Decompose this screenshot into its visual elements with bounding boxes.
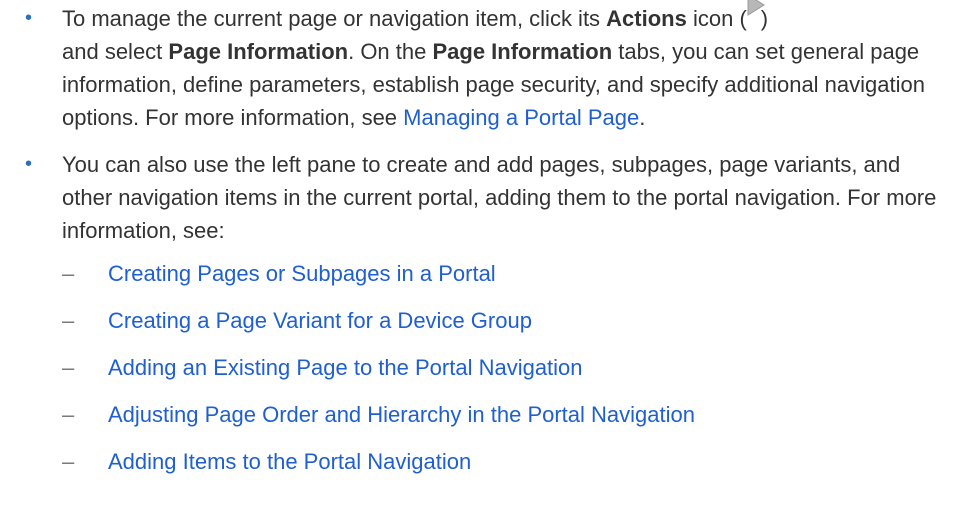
bullet-list: • To manage the current page or navigati… bbox=[0, 0, 965, 478]
dash-marker: – bbox=[62, 261, 75, 286]
actions-menu-icon bbox=[747, 0, 765, 28]
bullet-text: To manage the current page or navigation… bbox=[62, 6, 607, 31]
bullet-marker: • bbox=[25, 7, 33, 29]
list-item: – Adjusting Page Order and Hierarchy in … bbox=[62, 398, 941, 431]
page-order-link[interactable]: Adjusting Page Order and Hierarchy in th… bbox=[108, 402, 695, 427]
list-item: – Adding Items to the Portal Navigation bbox=[62, 445, 941, 478]
dash-marker: – bbox=[62, 449, 75, 474]
bullet-text: . bbox=[639, 105, 646, 130]
dash-marker: – bbox=[62, 402, 75, 427]
dash-marker: – bbox=[62, 355, 75, 380]
related-links-list: – Creating Pages or Subpages in a Portal… bbox=[62, 257, 941, 478]
bullet-item-page-information: • To manage the current page or navigati… bbox=[0, 0, 965, 134]
page-information-label: Page Information bbox=[168, 39, 349, 64]
list-item: – Creating Pages or Subpages in a Portal bbox=[62, 257, 941, 290]
page-information-tabs-label: Page Information bbox=[432, 39, 613, 64]
adding-items-link[interactable]: Adding Items to the Portal Navigation bbox=[108, 449, 471, 474]
list-item: – Adding an Existing Page to the Portal … bbox=[62, 351, 941, 384]
list-item: – Creating a Page Variant for a Device G… bbox=[62, 304, 941, 337]
bullet-text: and select bbox=[62, 39, 169, 64]
dash-marker: – bbox=[62, 308, 75, 333]
bullet-text: icon ( bbox=[686, 6, 747, 31]
bullet-item-left-pane: • You can also use the left pane to crea… bbox=[0, 148, 965, 478]
managing-portal-page-link[interactable]: Managing a Portal Page bbox=[403, 105, 639, 130]
bullet-text: . On the bbox=[348, 39, 433, 64]
creating-pages-link[interactable]: Creating Pages or Subpages in a Portal bbox=[108, 261, 496, 286]
actions-label: Actions bbox=[606, 6, 687, 31]
bullet-marker: • bbox=[25, 153, 33, 175]
document-content: • To manage the current page or navigati… bbox=[0, 0, 965, 519]
existing-page-link[interactable]: Adding an Existing Page to the Portal Na… bbox=[108, 355, 583, 380]
bullet-text: You can also use the left pane to create… bbox=[62, 152, 937, 243]
page-variant-link[interactable]: Creating a Page Variant for a Device Gro… bbox=[108, 308, 532, 333]
